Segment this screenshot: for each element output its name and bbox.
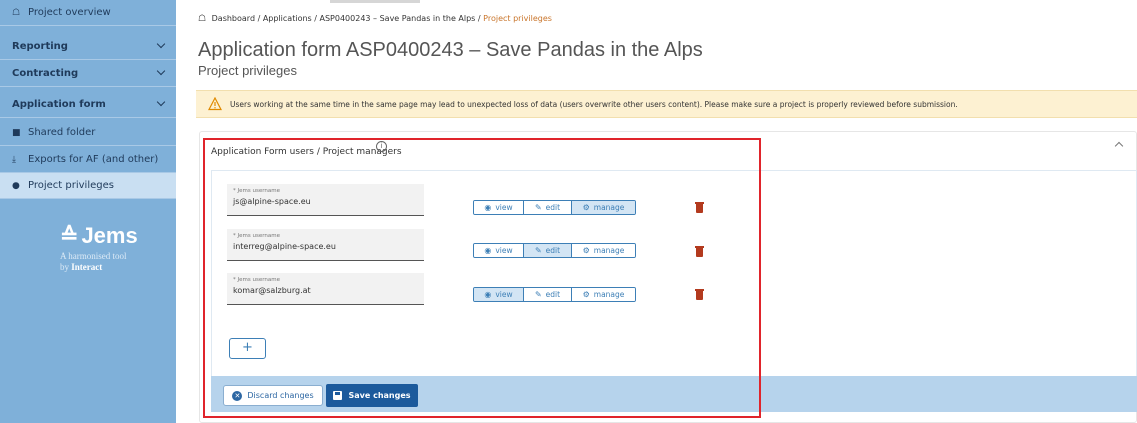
sidebar-item-label: Project privileges — [28, 180, 114, 191]
users-key-icon: ● — [12, 180, 20, 191]
breadcrumb-applications[interactable]: Applications — [263, 14, 312, 23]
logo-name: Jems — [81, 223, 138, 248]
sidebar-item-project-overview[interactable]: ☖ Project overview — [0, 0, 176, 26]
breadcrumb-dashboard[interactable]: Dashboard — [212, 14, 255, 23]
logo-tagline-line1: A harmonised tool — [60, 251, 127, 261]
sidebar-item-label: Contracting — [12, 68, 79, 79]
chevron-down-icon — [156, 97, 166, 107]
sidebar: ☖ Project overview Reporting Contracting… — [0, 0, 176, 423]
breadcrumb-separator: / — [477, 14, 481, 23]
logo-tagline-by: by — [60, 262, 72, 272]
home-icon[interactable]: ☖ — [198, 14, 206, 24]
sidebar-item-label: Application form — [12, 99, 106, 110]
jems-logo-icon: ≙ — [60, 223, 79, 248]
warning-banner: Users working at the same time in the sa… — [196, 90, 1137, 118]
breadcrumb-separator: / — [257, 14, 261, 23]
page-title: Application form ASP0400243 – Save Panda… — [198, 39, 703, 61]
breadcrumb-application[interactable]: ASP0400243 – Save Pandas in the Alps — [320, 14, 476, 23]
highlight-box — [203, 138, 761, 418]
chevron-down-icon — [156, 66, 166, 76]
sidebar-item-label: Exports for AF (and other) — [28, 154, 159, 165]
chevron-down-icon — [156, 39, 166, 49]
sidebar-item-contracting[interactable]: Contracting — [0, 61, 176, 87]
sidebar-item-shared-folder[interactable]: ■ Shared folder — [0, 120, 176, 146]
warning-text: Users working at the same time in the sa… — [230, 99, 958, 109]
sidebar-item-exports[interactable]: ⤓ Exports for AF (and other) — [0, 147, 176, 173]
page: ☖ Project overview Reporting Contracting… — [0, 0, 1137, 423]
sidebar-item-label: Reporting — [12, 41, 68, 52]
warning-icon — [208, 97, 222, 111]
jems-logo: ≙ Jems A harmonised tool by Interact — [60, 223, 138, 273]
sidebar-item-project-privileges[interactable]: ● Project privileges — [0, 173, 176, 199]
breadcrumb-current: Project privileges — [483, 14, 552, 23]
top-divider — [330, 0, 420, 3]
sidebar-item-reporting[interactable]: Reporting — [0, 34, 176, 60]
logo-tagline-brand: Interact — [71, 262, 103, 272]
breadcrumb: ☖ Dashboard / Applications / ASP0400243 … — [198, 14, 552, 24]
sidebar-item-label: Shared folder — [28, 127, 96, 138]
page-subtitle: Project privileges — [198, 63, 297, 78]
download-icon: ⤓ — [12, 154, 16, 165]
home-icon: ☖ — [12, 7, 21, 18]
sidebar-item-application-form[interactable]: Application form — [0, 92, 176, 118]
logo-tagline: A harmonised tool by Interact — [60, 251, 138, 273]
breadcrumb-separator: / — [314, 14, 317, 23]
folder-icon: ■ — [12, 127, 21, 138]
sidebar-item-label: Project overview — [28, 7, 111, 18]
